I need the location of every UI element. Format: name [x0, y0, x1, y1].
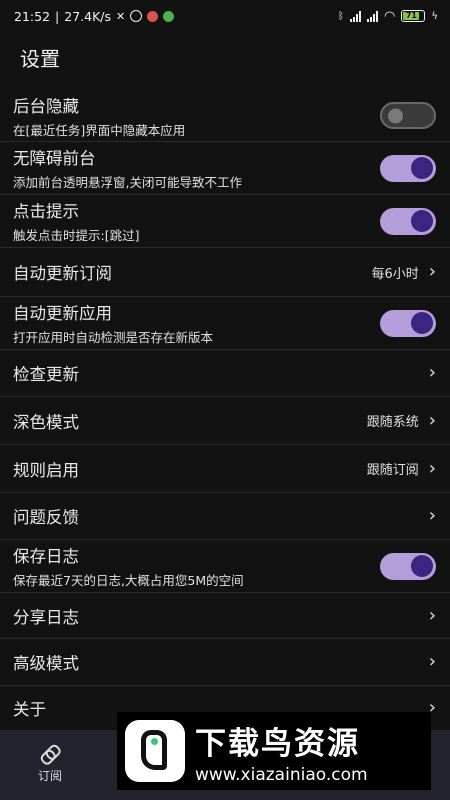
setting-dark-mode[interactable]: 深色模式 跟随系统 › [0, 397, 450, 445]
battery-level: 71 [403, 12, 420, 20]
setting-value: 跟随系统 [366, 415, 419, 430]
bird-logo-icon [141, 730, 167, 770]
setting-title: 问题反馈 [13, 508, 79, 527]
toggle-knob [411, 312, 433, 334]
setting-title: 无障碍前台 [13, 149, 96, 168]
watermark-logo [125, 720, 185, 782]
setting-subtitle: 保存最近7天的日志,大概占用您5M的空间 [13, 573, 244, 588]
signal-icon [350, 10, 362, 22]
setting-rule-enable[interactable]: 规则启用 跟随订阅 › [0, 445, 450, 493]
setting-background-hide[interactable]: 后台隐藏 在[最近任务]界面中隐藏本应用 [0, 90, 450, 142]
alarm-icon [130, 10, 143, 22]
setting-title: 关于 [13, 700, 46, 719]
chevron-right-icon: › [428, 261, 436, 282]
chevron-right-icon: › [428, 651, 436, 672]
chevron-right-icon: › [428, 604, 436, 626]
charging-icon: ϟ [431, 10, 438, 22]
setting-value: 跟随订阅 [366, 463, 419, 478]
accessibility-foreground-toggle[interactable] [380, 154, 436, 182]
bluetooth-icon: ᛒ [338, 10, 345, 22]
watermark-title: 下载鸟资源 [195, 725, 360, 762]
background-hide-toggle[interactable] [380, 102, 436, 129]
setting-title: 检查更新 [13, 365, 79, 384]
setting-texts: 后台隐藏 在[最近任务]界面中隐藏本应用 [13, 93, 185, 139]
status-bar: 21:52 | 27.4K/s ✕ ᛒ ◠ 71 ϟ [0, 0, 450, 32]
nav-label: 订阅 [37, 768, 62, 783]
auto-update-app-toggle[interactable] [380, 309, 436, 337]
setting-advanced-mode[interactable]: 高级模式 › [0, 639, 450, 686]
battery-icon: 71 [401, 10, 426, 22]
setting-subtitle: 在[最近任务]界面中隐藏本应用 [13, 122, 186, 138]
watermark-texts: 下载鸟资源 www.xiazainiao.com [195, 718, 368, 785]
chevron-right-icon: › [428, 409, 436, 431]
wifi-icon: ◠ [384, 8, 396, 24]
nav-item-subscription[interactable]: 订阅 [0, 747, 100, 784]
toggle-knob [411, 210, 433, 232]
setting-title: 点击提示 [13, 202, 79, 221]
setting-save-log[interactable]: 保存日志 保存最近7天的日志,大概占用您5M的空间 [0, 540, 450, 593]
setting-check-update[interactable]: 检查更新 › [0, 350, 450, 397]
save-log-toggle[interactable] [380, 552, 436, 580]
click-hint-toggle[interactable] [380, 207, 436, 235]
setting-right: 跟随订阅 › [367, 459, 436, 478]
setting-right: 跟随系统 › [367, 411, 436, 430]
signal-icon-2 [367, 10, 379, 22]
toggle-knob [411, 157, 433, 179]
status-right: ᛒ ◠ 71 ϟ [338, 9, 438, 24]
setting-title: 自动更新订阅 [13, 264, 112, 283]
status-divider: | [55, 8, 60, 24]
setting-feedback[interactable]: 问题反馈 › [0, 493, 450, 540]
setting-title: 分享日志 [13, 607, 79, 627]
chevron-right-icon: › [428, 362, 436, 383]
setting-auto-update-app[interactable]: 自动更新应用 打开应用时自动检测是否存在新版本 [0, 297, 450, 350]
setting-texts: 自动更新应用 打开应用时自动检测是否存在新版本 [13, 300, 213, 346]
setting-title: 规则启用 [13, 460, 79, 480]
setting-title: 后台隐藏 [13, 96, 79, 116]
watermark-banner: 下载鸟资源 www.xiazainiao.com [117, 712, 431, 790]
status-left: 21:52 | 27.4K/s ✕ [14, 8, 175, 24]
setting-value: 每6小时 [371, 266, 419, 282]
muted-icon: ✕ [116, 9, 126, 23]
toggle-knob [411, 555, 433, 577]
setting-texts: 无障碍前台 添加前台透明悬浮窗,关闭可能导致不工作 [13, 145, 242, 191]
setting-click-hint[interactable]: 点击提示 触发点击时提示:[跳过] [0, 195, 450, 248]
setting-share-log[interactable]: 分享日志 › [0, 593, 450, 639]
setting-texts: 保存日志 保存最近7天的日志,大概占用您5M的空间 [13, 543, 244, 589]
notification-app-icon-2 [163, 10, 175, 22]
link-icon [37, 741, 62, 766]
setting-title: 高级模式 [13, 654, 79, 673]
setting-subtitle: 添加前台透明悬浮窗,关闭可能导致不工作 [13, 175, 242, 190]
settings-list: 后台隐藏 在[最近任务]界面中隐藏本应用 无障碍前台 添加前台透明悬浮窗,关闭可… [0, 90, 450, 730]
setting-texts: 点击提示 触发点击时提示:[跳过] [13, 198, 139, 244]
setting-title: 深色模式 [13, 412, 79, 432]
bird-eye-icon [151, 738, 158, 745]
setting-title: 保存日志 [13, 547, 79, 566]
status-speed: 27.4K/s [64, 8, 112, 24]
watermark-url: www.xiazainiao.com [195, 764, 368, 785]
chevron-right-icon: › [428, 505, 436, 526]
toggle-knob [388, 108, 403, 123]
notification-app-icon [147, 10, 159, 22]
setting-title: 自动更新应用 [13, 304, 112, 323]
setting-accessibility-foreground[interactable]: 无障碍前台 添加前台透明悬浮窗,关闭可能导致不工作 [0, 142, 450, 195]
setting-subtitle: 打开应用时自动检测是否存在新版本 [13, 330, 214, 345]
setting-subtitle: 触发点击时提示:[跳过] [13, 228, 140, 243]
setting-auto-update-subscription[interactable]: 自动更新订阅 每6小时 › [0, 248, 450, 297]
status-time: 21:52 [14, 8, 51, 24]
setting-right: 每6小时 › [372, 263, 436, 282]
chevron-right-icon: › [428, 457, 436, 479]
